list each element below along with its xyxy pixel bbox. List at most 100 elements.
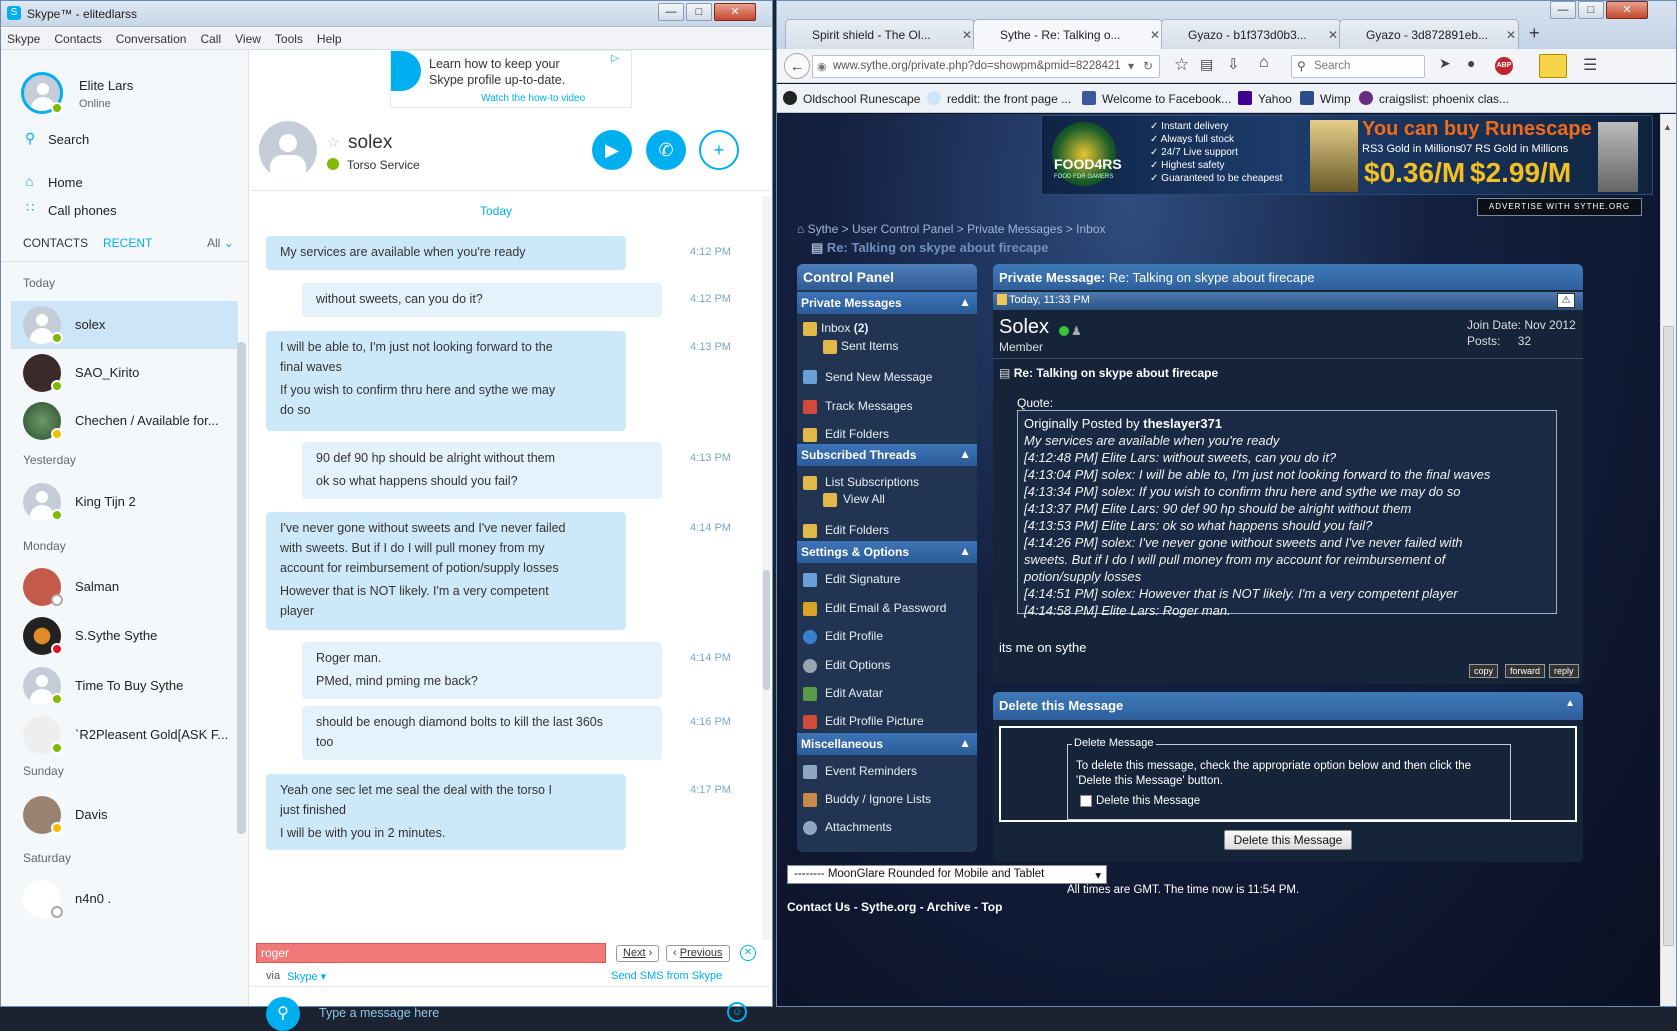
- bookmark-star-icon[interactable]: ☆: [1174, 55, 1189, 75]
- chat-contact-avatar[interactable]: [259, 121, 317, 179]
- search-label[interactable]: Search: [48, 132, 89, 147]
- tab-close-icon[interactable]: ✕: [1150, 28, 1160, 42]
- back-arrow-icon[interactable]: ←: [784, 53, 810, 79]
- message-history[interactable]: Today My services are available when you…: [250, 192, 762, 940]
- collapse-icon[interactable]: ▲: [1565, 698, 1575, 709]
- contact-chechen[interactable]: Chechen / Available for...: [11, 397, 241, 445]
- extension-icon[interactable]: [1539, 54, 1567, 78]
- page-scrollbar-thumb[interactable]: [1663, 326, 1674, 946]
- copy-button[interactable]: copy: [1469, 664, 1499, 678]
- reload-icon[interactable]: ↻: [1143, 59, 1153, 73]
- breadcrumb-ucp[interactable]: User Control Panel: [852, 222, 953, 236]
- tab-close-icon[interactable]: ✕: [962, 28, 972, 42]
- breadcrumb-private-messages[interactable]: Private Messages: [967, 222, 1062, 236]
- reply-button[interactable]: reply: [1549, 664, 1579, 678]
- collapse-icon[interactable]: ▲: [959, 447, 971, 461]
- user-profile-icon[interactable]: ♟: [1071, 324, 1082, 338]
- menu-tools[interactable]: Tools: [269, 28, 311, 46]
- ff-maximize-button[interactable]: □: [1578, 1, 1604, 19]
- skype-ad-banner[interactable]: ▷ Learn how to keep your Skype profile u…: [390, 50, 632, 108]
- message-input[interactable]: Type a message here: [319, 1006, 439, 1020]
- cp-edit-folders[interactable]: Edit Folders: [825, 427, 889, 441]
- section-private-messages[interactable]: Private Messages ▲: [797, 292, 977, 314]
- section-subscribed-threads[interactable]: Subscribed Threads ▲: [797, 444, 977, 466]
- menu-skype[interactable]: Skype: [1, 28, 48, 46]
- breadcrumb-inbox[interactable]: Inbox: [1076, 222, 1105, 236]
- delete-submit-button[interactable]: Delete this Message: [1224, 830, 1352, 850]
- audio-call-button[interactable]: ✆: [646, 130, 686, 170]
- filter-dropdown[interactable]: All ⌄: [207, 236, 234, 250]
- scroll-up-arrow-icon[interactable]: ▲: [1663, 122, 1672, 132]
- cp-send-new[interactable]: Send New Message: [825, 370, 932, 384]
- tab-gyazo-2[interactable]: Gyazo - 3d872891eb... ✕: [1339, 19, 1519, 49]
- bookmark-wimp[interactable]: Wimp: [1300, 91, 1351, 106]
- cp-edit-options[interactable]: Edit Options: [825, 658, 890, 672]
- footer-top[interactable]: Top: [981, 900, 1002, 914]
- nav-home[interactable]: Home: [48, 175, 83, 190]
- close-button[interactable]: ✕: [714, 3, 756, 21]
- menu-hamburger-icon[interactable]: ☰: [1583, 55, 1597, 75]
- find-input[interactable]: roger: [256, 943, 606, 963]
- message-incoming[interactable]: Yeah one sec let me seal the deal with t…: [266, 774, 626, 850]
- bookmark-facebook[interactable]: Welcome to Facebook...: [1082, 91, 1231, 106]
- report-warning-icon[interactable]: ⚠: [1557, 293, 1575, 308]
- collapse-icon[interactable]: ▲: [959, 736, 971, 750]
- via-dropdown[interactable]: Skype ▾: [287, 970, 326, 983]
- new-tab-plus-icon[interactable]: +: [1529, 23, 1540, 44]
- find-close-icon[interactable]: ✕: [740, 945, 756, 961]
- favorite-star-icon[interactable]: ☆: [327, 134, 340, 151]
- chat-scrollbar-track[interactable]: [762, 196, 771, 940]
- bookmark-craigslist[interactable]: craigslist: phoenix clas...: [1359, 91, 1509, 106]
- bookmark-reddit[interactable]: reddit: the front page ...: [927, 91, 1071, 106]
- message-outgoing[interactable]: should be enough diamond bolts to kill t…: [302, 706, 662, 760]
- contact-s-sythe[interactable]: S.Sythe Sythe: [11, 612, 241, 660]
- tab-sythe[interactable]: Sythe - Re: Talking o... ✕: [973, 19, 1163, 49]
- forward-button[interactable]: forward: [1505, 664, 1546, 678]
- menu-conversation[interactable]: Conversation: [110, 28, 195, 46]
- tab-close-icon[interactable]: ✕: [1506, 28, 1516, 42]
- dropdown-arrow-icon[interactable]: ▾: [1128, 59, 1134, 73]
- message-outgoing[interactable]: 90 def 90 hp should be alright without t…: [302, 442, 662, 499]
- ff-minimize-button[interactable]: —: [1550, 1, 1576, 19]
- cp-edit-profile-picture[interactable]: Edit Profile Picture: [825, 714, 924, 728]
- message-incoming[interactable]: My services are available when you're re…: [266, 236, 626, 270]
- cp-sent-items[interactable]: Sent Items: [841, 339, 898, 353]
- tab-contacts[interactable]: CONTACTS: [23, 236, 88, 250]
- emoticon-icon[interactable]: ☺: [727, 1002, 747, 1022]
- footer-sythe-org[interactable]: Sythe.org: [861, 900, 916, 914]
- breadcrumb-sythe[interactable]: Sythe: [808, 222, 839, 236]
- profile-status[interactable]: Online: [79, 98, 111, 110]
- cp-attachments[interactable]: Attachments: [825, 820, 892, 834]
- quote-author[interactable]: theslayer371: [1143, 416, 1222, 431]
- url-bar[interactable]: ◉ www.sythe.org/private.php?do=showpm&pm…: [812, 55, 1160, 78]
- sender-name[interactable]: Solex: [999, 316, 1049, 339]
- cp-event-reminders[interactable]: Event Reminders: [825, 764, 917, 778]
- cp-edit-signature[interactable]: Edit Signature: [825, 572, 900, 586]
- chat-bubble-icon[interactable]: ●: [1467, 55, 1475, 71]
- collapse-icon[interactable]: ▲: [959, 544, 971, 558]
- message-outgoing[interactable]: without sweets, can you do it?: [302, 283, 662, 317]
- cp-buddy-lists[interactable]: Buddy / Ignore Lists: [825, 792, 931, 806]
- contact-time-to-buy-sythe[interactable]: Time To Buy Sythe: [11, 662, 241, 710]
- menu-view[interactable]: View: [229, 28, 269, 46]
- delete-checkbox-label[interactable]: Delete this Message: [1096, 795, 1200, 807]
- cp-edit-folders-2[interactable]: Edit Folders: [825, 523, 889, 537]
- cp-list-subscriptions[interactable]: List Subscriptions: [825, 475, 919, 489]
- home-icon[interactable]: ⌂: [1259, 54, 1269, 72]
- ff-close-button[interactable]: ✕: [1606, 1, 1648, 19]
- collapse-icon[interactable]: ▲: [959, 295, 971, 309]
- tab-spirit-shield[interactable]: Spirit shield - The Ol... ✕: [785, 19, 975, 49]
- profile-name[interactable]: Elite Lars: [79, 78, 133, 93]
- minimize-button[interactable]: —: [658, 3, 684, 21]
- cp-edit-email[interactable]: Edit Email & Password: [825, 601, 946, 615]
- download-icon[interactable]: ⇩: [1227, 55, 1240, 73]
- video-call-button[interactable]: ▶: [592, 130, 632, 170]
- tab-gyazo-1[interactable]: Gyazo - b1f373d0b3... ✕: [1161, 19, 1341, 49]
- send-sms-link[interactable]: Send SMS from Skype: [611, 970, 722, 982]
- cp-track[interactable]: Track Messages: [825, 399, 913, 413]
- bookmark-oldschool-runescape[interactable]: Oldschool Runescape: [783, 91, 920, 106]
- message-outgoing[interactable]: Roger man. PMed, mind pming me back?: [302, 642, 662, 699]
- page-scrollbar[interactable]: ▲: [1660, 114, 1676, 1006]
- menu-help[interactable]: Help: [311, 28, 350, 46]
- footer-contact-us[interactable]: Contact Us: [787, 900, 850, 914]
